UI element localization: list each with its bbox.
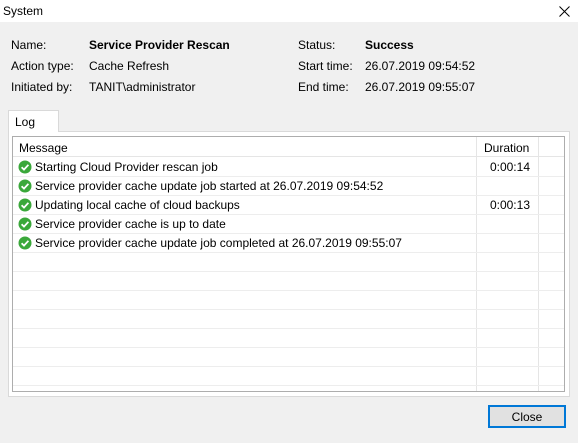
empty-row xyxy=(13,367,564,386)
success-check-icon xyxy=(18,236,32,250)
empty-row xyxy=(13,291,564,310)
name-value: Service Provider Rescan xyxy=(89,38,230,52)
tab-log[interactable]: Log xyxy=(8,110,59,132)
log-row[interactable]: Service provider cache is up to date xyxy=(13,215,564,234)
name-label: Name: xyxy=(11,38,47,52)
log-message: Service provider cache update job comple… xyxy=(35,236,402,250)
success-check-icon xyxy=(18,217,32,231)
empty-row xyxy=(13,348,564,367)
end-time-label: End time: xyxy=(298,80,349,94)
empty-row xyxy=(13,310,564,329)
empty-row xyxy=(13,253,564,272)
column-header-duration[interactable]: Duration xyxy=(484,141,529,155)
log-message: Updating local cache of cloud backups xyxy=(35,198,240,212)
tab-log-label: Log xyxy=(15,115,36,129)
log-row[interactable]: Service provider cache update job starte… xyxy=(13,177,564,196)
success-check-icon xyxy=(18,179,32,193)
log-panel: Message Duration Starting Cloud Provider… xyxy=(8,131,570,397)
log-grid-header: Message Duration xyxy=(13,137,564,157)
start-time-label: Start time: xyxy=(298,59,353,73)
column-header-message[interactable]: Message xyxy=(19,141,68,155)
close-icon xyxy=(558,5,570,17)
log-message: Starting Cloud Provider rescan job xyxy=(35,160,218,174)
status-label: Status: xyxy=(298,38,336,52)
log-row[interactable]: Starting Cloud Provider rescan job 0:00:… xyxy=(13,158,564,177)
start-time-value: 26.07.2019 09:54:52 xyxy=(365,59,476,73)
window-title: System xyxy=(3,4,44,18)
end-time-value: 26.07.2019 09:55:07 xyxy=(365,80,476,94)
success-check-icon xyxy=(18,198,32,212)
log-duration: 0:00:13 xyxy=(489,198,530,212)
close-button[interactable]: Close xyxy=(488,405,566,428)
empty-row xyxy=(13,272,564,291)
initiated-by-value: TANIT\administrator xyxy=(89,80,196,94)
log-message: Service provider cache is up to date xyxy=(35,217,226,231)
log-row[interactable]: Service provider cache update job comple… xyxy=(13,234,564,253)
status-value: Success xyxy=(365,38,414,52)
log-grid: Message Duration Starting Cloud Provider… xyxy=(12,136,565,392)
success-check-icon xyxy=(18,160,32,174)
log-duration: 0:00:14 xyxy=(489,160,530,174)
log-message: Service provider cache update job starte… xyxy=(35,179,384,193)
empty-row xyxy=(13,329,564,348)
action-type-value: Cache Refresh xyxy=(89,59,170,73)
action-type-label: Action type: xyxy=(11,59,74,73)
title-bar: System xyxy=(0,0,578,22)
initiated-by-label: Initiated by: xyxy=(11,80,73,94)
window-close-button[interactable] xyxy=(550,0,578,22)
log-row[interactable]: Updating local cache of cloud backups 0:… xyxy=(13,196,564,215)
